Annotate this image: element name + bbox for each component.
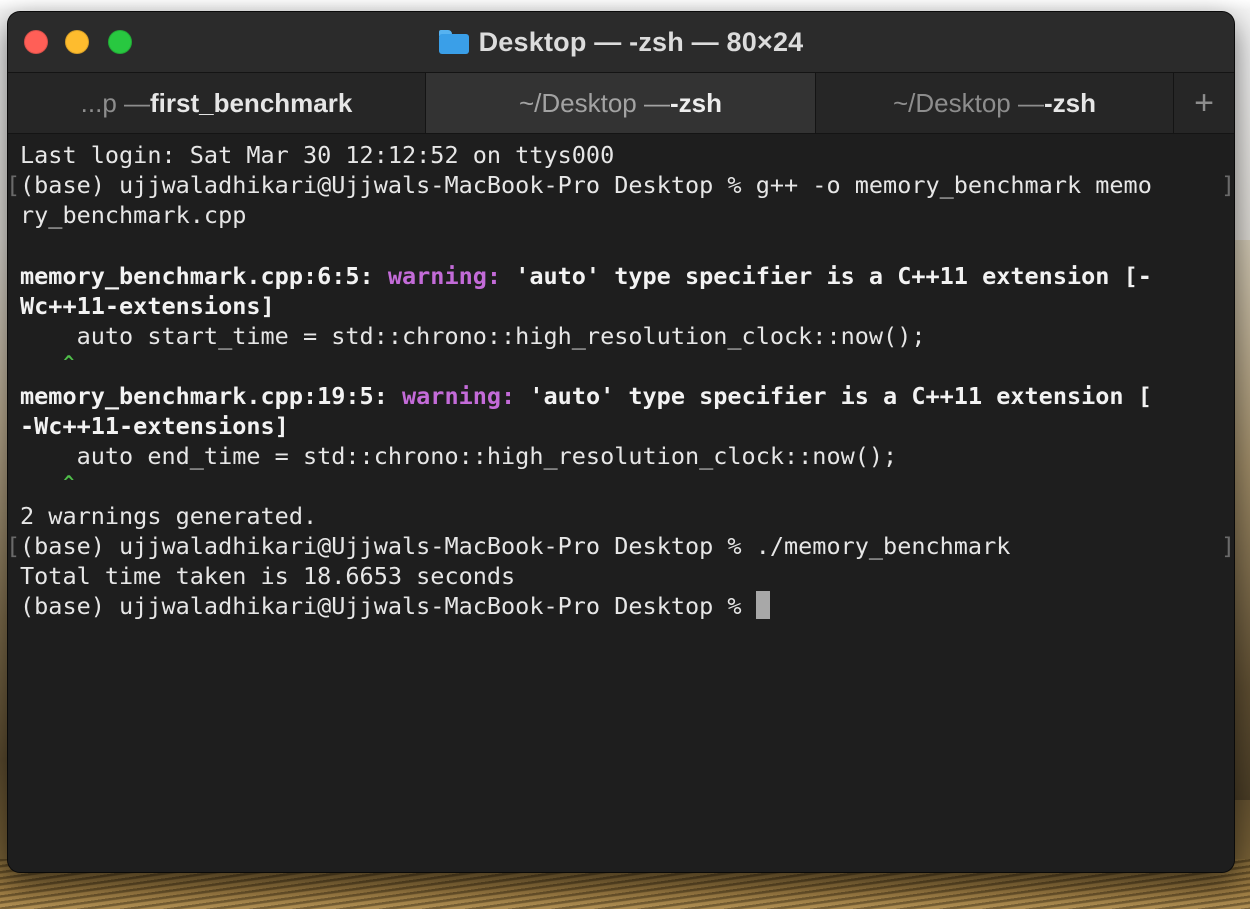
text-cursor (755, 591, 770, 619)
line-warning-1-cont: Wc++11-extensions] (20, 292, 275, 320)
prompt-text: (base) ujjwaladhikari@Ujjwals-MacBook-Pr… (20, 592, 756, 620)
line-prompt: (base) ujjwaladhikari@Ujjwals-MacBook-Pr… (20, 591, 770, 621)
window-title: Desktop — -zsh — 80×24 (478, 26, 804, 57)
terminal-window: Desktop — -zsh — 80×24 ...p — first_benc… (8, 12, 1234, 872)
folder-icon-body (438, 34, 469, 54)
line-warning-2-cont: -Wc++11-extensions] (20, 412, 289, 440)
warning-message: 'auto' type specifier is a C++11 extensi… (501, 262, 1152, 290)
tab-label: -zsh (670, 87, 722, 118)
folder-icon (438, 30, 469, 54)
line-warnings-summary: 2 warnings generated. (20, 502, 318, 530)
line-command-run: (base) ujjwaladhikari@Ujjwals-MacBook-Pr… (20, 532, 1011, 560)
new-tab-button[interactable]: + (1174, 73, 1234, 133)
warning-tag: warning: (387, 262, 502, 290)
tab-prefix: ~/Desktop — (892, 87, 1044, 118)
title-bar[interactable]: Desktop — -zsh — 80×24 (8, 12, 1234, 73)
line-warning-2-code: auto end_time = std::chrono::high_resolu… (20, 442, 898, 470)
line-warning-1-code: auto start_time = std::chrono::high_reso… (20, 322, 926, 350)
tab-prefix: ~/Desktop — (518, 87, 670, 118)
line-last-login: Last login: Sat Mar 30 12:12:52 on ttys0… (20, 141, 615, 169)
mark-bracket-right: ] (1221, 171, 1234, 199)
title-group: Desktop — -zsh — 80×24 (8, 12, 1234, 72)
warning-message: 'auto' type specifier is a C++11 extensi… (515, 382, 1152, 410)
line-command-compile-cont: ry_benchmark.cpp (20, 201, 247, 229)
tab-first-benchmark[interactable]: ...p — first_benchmark (8, 73, 426, 133)
line-program-output: Total time taken is 18.6653 seconds (20, 562, 516, 590)
mark-bracket-left: [ (8, 531, 20, 561)
line-warning-2: memory_benchmark.cpp:19:5: warning: 'aut… (20, 381, 1152, 411)
tab-desktop-zsh-active[interactable]: ~/Desktop — -zsh (426, 73, 816, 133)
mark-bracket-right: ] (1221, 532, 1234, 560)
tab-prefix: ...p — (80, 87, 151, 118)
warning-location: memory_benchmark.cpp:6:5: (20, 262, 388, 290)
tab-label: first_benchmark (150, 87, 353, 118)
line-warning-1: memory_benchmark.cpp:6:5: warning: 'auto… (20, 261, 1152, 291)
tab-desktop-zsh[interactable]: ~/Desktop — -zsh (816, 73, 1174, 133)
tab-bar: ...p — first_benchmark ~/Desktop — -zsh … (8, 73, 1234, 134)
warning-tag: warning: (402, 382, 516, 410)
line-command-compile: (base) ujjwaladhikari@Ujjwals-MacBook-Pr… (20, 171, 1152, 199)
tab-label: -zsh (1044, 87, 1096, 118)
warning-location: memory_benchmark.cpp:19:5: (20, 382, 403, 410)
line-warning-2-caret: ^ (20, 472, 75, 493)
mark-bracket-left: [ (8, 170, 20, 200)
terminal-output[interactable]: Last login: Sat Mar 30 12:12:52 on ttys0… (8, 134, 1234, 872)
line-warning-1-caret: ^ (20, 352, 75, 373)
